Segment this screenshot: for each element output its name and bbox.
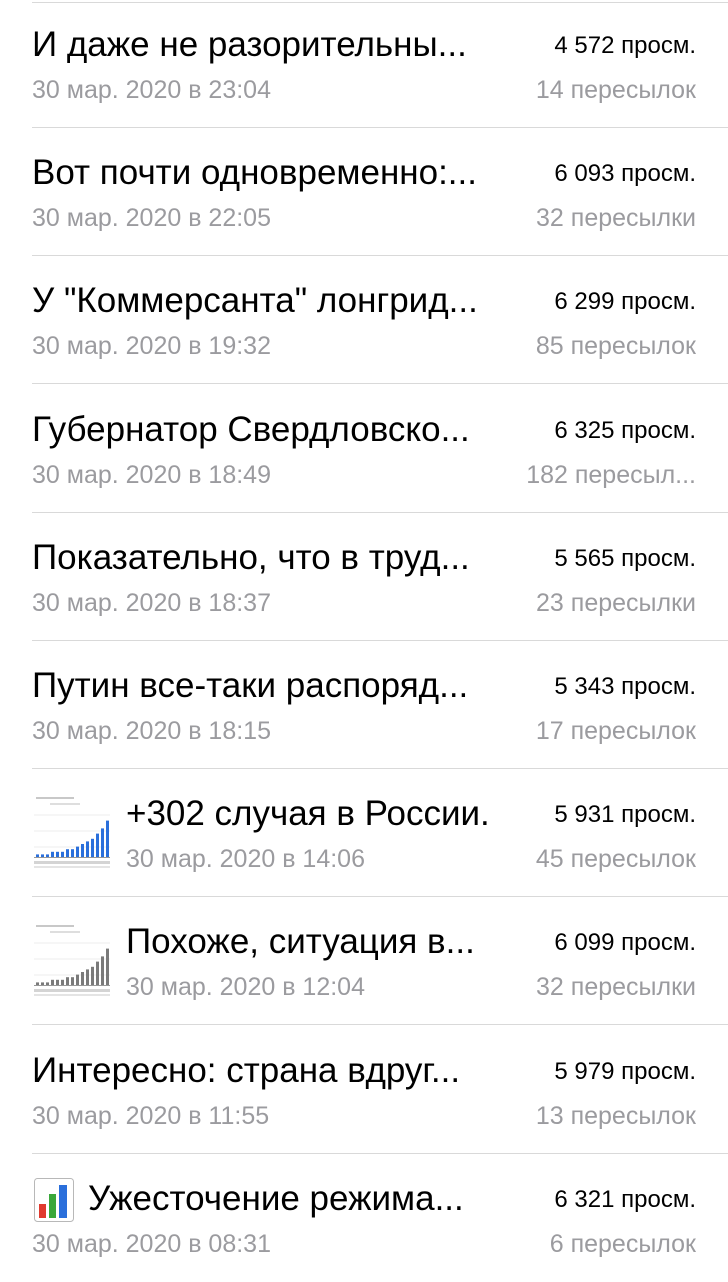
view-count: 6 321 просм.	[554, 1185, 696, 1213]
forward-count: 182 пересыл...	[526, 460, 696, 489]
bar-chart-emoji-icon	[34, 1177, 74, 1222]
forward-count: 85 пересылок	[535, 332, 696, 361]
chart-thumbnail	[32, 919, 112, 1004]
forward-count: 13 пересылок	[535, 1101, 696, 1130]
post-title: Путин все-таки распоряд...	[32, 666, 469, 705]
post-row[interactable]: Интересно: страна вдруг... 30 мар. 2020 в…	[0, 1026, 728, 1154]
post-date: 30 мар. 2020 в 18:15	[32, 717, 271, 745]
post-date: 30 мар. 2020 в 23:04	[32, 76, 271, 104]
post-date: 30 мар. 2020 в 18:37	[32, 588, 271, 617]
post-row[interactable]: Вот почти одновременно:... 30 мар. 2020 в…	[0, 128, 728, 257]
forward-count: 14 пересылок	[535, 76, 696, 104]
post-title: Губернатор Свердловско...	[32, 409, 470, 449]
post-row[interactable]: Ужесточение режима... 30 мар. 2020 в 08:3…	[0, 1154, 728, 1282]
forward-count: 32 пересылки	[536, 204, 696, 233]
post-row[interactable]: Губернатор Свердловско... 30 мар. 2020 в …	[0, 385, 728, 513]
post-title: Интересно: страна вдруг...	[32, 1050, 461, 1090]
view-count: 5 979 просм.	[554, 1057, 696, 1085]
post-title: Вот почти одновременно:...	[32, 153, 477, 193]
post-row[interactable]: У "Коммерсанта" лонгрид... 30 мар. 2020 в…	[0, 256, 728, 385]
post-date: 30 мар. 2020 в 22:05	[32, 204, 271, 233]
view-count: 6 325 просм.	[554, 416, 696, 444]
chart-thumbnail	[32, 791, 112, 876]
post-date: 30 мар. 2020 в 12:04	[126, 973, 365, 1002]
post-title: И даже не разорительны...	[32, 25, 467, 64]
post-row[interactable]: Путин все-таки распоряд... 30 мар. 2020 в…	[0, 641, 728, 769]
forward-count: 6 пересылок	[549, 1229, 696, 1258]
post-row[interactable]: Похоже, ситуация в... 30 мар. 2020 в 12:0…	[0, 897, 728, 1026]
post-title: У "Коммерсанта" лонгрид...	[32, 281, 478, 321]
view-count: 5 343 просм.	[554, 673, 696, 700]
post-date: 30 мар. 2020 в 08:31	[32, 1229, 271, 1258]
forward-count: 17 пересылок	[535, 717, 696, 745]
view-count: 6 093 просм.	[554, 160, 696, 188]
post-row[interactable]: И даже не разорительны... 30 мар. 2020 в …	[0, 0, 728, 128]
post-title: Показательно, что в труд...	[32, 537, 470, 577]
post-row[interactable]: Показательно, что в труд... 30 мар. 2020 …	[0, 513, 728, 641]
forward-count: 32 пересылки	[536, 973, 696, 1002]
post-date: 30 мар. 2020 в 14:06	[126, 845, 365, 874]
forward-count: 45 пересылок	[535, 845, 696, 874]
view-count: 5 565 просм.	[554, 544, 696, 572]
post-title: Похоже, ситуация в...	[126, 922, 475, 962]
view-count: 5 931 просм.	[554, 801, 696, 829]
view-count: 6 299 просм.	[554, 288, 696, 316]
post-date: 30 мар. 2020 в 19:32	[32, 332, 271, 361]
view-count: 6 099 просм.	[554, 929, 696, 957]
post-title: Ужесточение режима...	[88, 1178, 464, 1218]
view-count: 4 572 просм.	[554, 32, 696, 59]
post-date: 30 мар. 2020 в 18:49	[32, 460, 271, 489]
post-date: 30 мар. 2020 в 11:55	[32, 1101, 270, 1130]
post-title: +302 случая в России.	[126, 794, 490, 834]
post-row[interactable]: +302 случая в России. 30 мар. 2020 в 14:0…	[0, 769, 728, 898]
forward-count: 23 пересылки	[536, 588, 696, 617]
